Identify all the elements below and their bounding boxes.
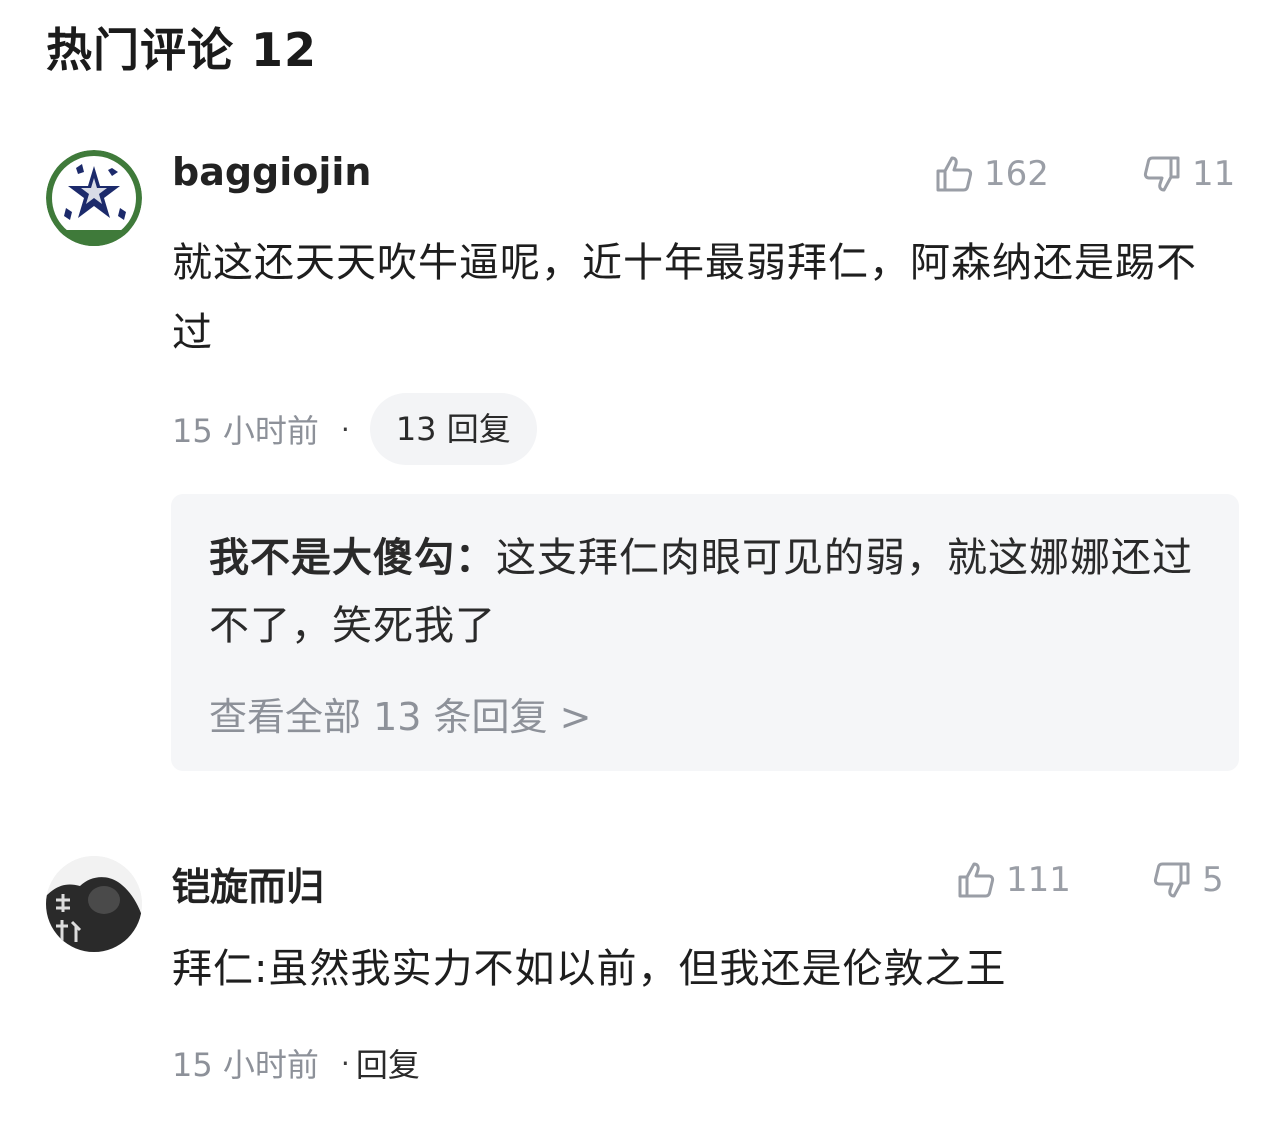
thumbs-down-icon [1143, 156, 1180, 192]
dislike-count: 11 [1192, 154, 1236, 194]
comment-meta: 15 小时前 · 回复 [172, 1040, 420, 1086]
view-all-replies-link[interactable]: 查看全部 13 条回复 > [209, 686, 591, 741]
reply-preview-text: 我不是大傻勾：这支拜仁肉眼可见的弱，就这娜娜还过不了，笑死我了 [209, 524, 1209, 660]
dislike-count: 5 [1202, 860, 1224, 900]
person-photo-avatar-icon [46, 856, 142, 952]
thumbs-up-icon [936, 156, 973, 192]
like-count: 162 [984, 154, 1049, 194]
separator-dot: · [340, 412, 350, 446]
reply-button[interactable]: 回复 [356, 1040, 420, 1086]
reply-author[interactable]: 我不是大傻勾： [209, 535, 496, 581]
dislike-button[interactable]: 11 [1142, 154, 1235, 194]
comment-username[interactable]: baggiojin [172, 150, 371, 194]
like-count: 111 [1006, 860, 1071, 900]
comment-text: 拜仁:虽然我实力不如以前，但我还是伦敦之王 [172, 946, 1007, 992]
dislike-button[interactable]: 5 [1152, 860, 1224, 900]
thumbs-down-icon [1153, 862, 1190, 898]
comment-meta: 15 小时前 · 13 回复 [172, 393, 537, 465]
user-avatar[interactable] [46, 856, 142, 952]
comment-time: 15 小时前 [172, 1046, 319, 1084]
comment-username[interactable]: 铠旋而归 [172, 856, 324, 911]
like-button[interactable]: 162 [934, 154, 1049, 194]
replies-button[interactable]: 13 回复 [369, 393, 537, 465]
comment-text: 就这还天天吹牛逼呢，近十年最弱拜仁，阿森纳还是踢不过 [172, 240, 1197, 356]
comment-time: 15 小时前 [172, 412, 319, 450]
section-title: 热门评论 12 [46, 23, 318, 77]
like-button[interactable]: 111 [956, 860, 1071, 900]
thumbs-up-icon [958, 862, 995, 898]
user-avatar[interactable] [46, 150, 142, 246]
separator-dot: · [340, 1046, 350, 1080]
reply-preview[interactable]: 我不是大傻勾：这支拜仁肉眼可见的弱，就这娜娜还过不了，笑死我了 查看全部 13 … [171, 494, 1239, 771]
soccer-ball-avatar-icon [46, 150, 142, 246]
